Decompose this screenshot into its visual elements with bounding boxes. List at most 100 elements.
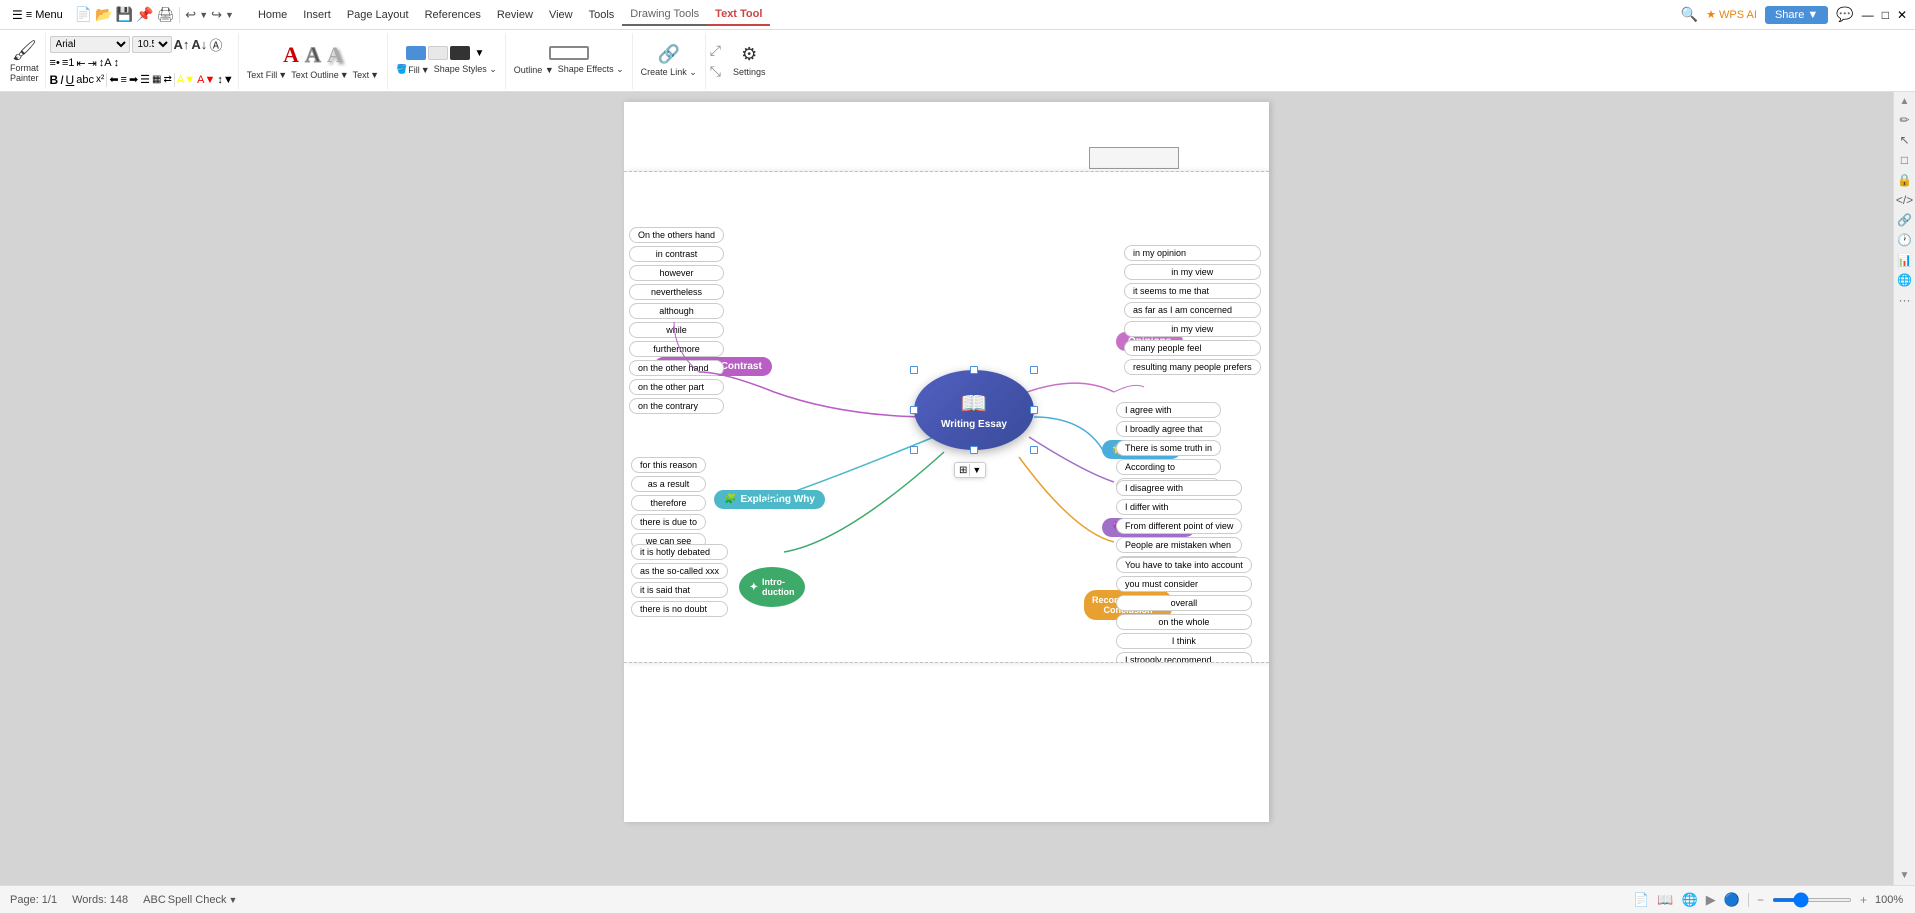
sidebar-pen-icon[interactable]: ✏ (1899, 113, 1909, 127)
toolbar-copy-icon[interactable]: ⊞ (959, 465, 967, 476)
undo-button[interactable]: ↩ (185, 7, 196, 23)
sidebar-link-icon[interactable]: 🔗 (1897, 213, 1912, 227)
text-outline-label: Text Outline (291, 70, 339, 80)
redo-dropdown[interactable]: ▼ (225, 10, 234, 20)
italic-button[interactable]: I (60, 73, 63, 87)
bullets-button[interactable]: ≡• (50, 57, 60, 69)
redo-button[interactable]: ↪ (211, 7, 222, 23)
main-area: 📖 Writing Essay ⊞ ▼ Expressing Co (0, 92, 1915, 885)
tab-text-tool[interactable]: Text Tool (707, 4, 770, 26)
minimize-button[interactable]: — (1862, 8, 1874, 22)
divider (1748, 893, 1749, 907)
tab-review[interactable]: Review (489, 5, 541, 25)
page-view-button[interactable]: 📄 (1633, 892, 1649, 908)
sidebar-scroll-up[interactable]: ▲ (1900, 96, 1910, 107)
search-button[interactable]: 🔍 (1681, 6, 1698, 23)
node-toolbar[interactable]: ⊞ ▼ (954, 462, 986, 478)
outdent-button[interactable]: ⇤ (76, 57, 85, 70)
document-area[interactable]: 📖 Writing Essay ⊞ ▼ Expressing Co (0, 92, 1893, 885)
highlight-button[interactable]: A▼ (177, 74, 195, 86)
sidebar-select-icon[interactable]: ↖ (1899, 133, 1909, 147)
col-button[interactable]: ▦ (152, 74, 161, 85)
pin-button[interactable]: 📌 (136, 6, 153, 23)
font-decrease-button[interactable]: A↓ (191, 37, 207, 52)
format-painter-button[interactable]: 🖌 Format Painter (10, 38, 39, 83)
maximize-button[interactable]: □ (1882, 8, 1889, 22)
format-painter-label: Format Painter (10, 63, 39, 83)
text-outline-button[interactable]: A (305, 42, 321, 68)
superscript-button[interactable]: x² (96, 74, 104, 85)
focus-button[interactable]: 🔵 (1724, 892, 1740, 908)
save-button[interactable]: 💾 (116, 6, 133, 23)
text-fill-button[interactable]: A (283, 42, 299, 68)
tab-page-layout[interactable]: Page Layout (339, 5, 417, 25)
toolbar-divider (969, 464, 970, 476)
create-link-button[interactable]: 🔗 Create Link ⌄ (641, 44, 697, 78)
center-node[interactable]: 📖 Writing Essay (914, 370, 1034, 450)
align-left-button[interactable]: ⬅ (109, 73, 118, 86)
shape-effects-button[interactable]: Shape Effects ⌄ (558, 64, 624, 75)
close-button[interactable]: ✕ (1897, 8, 1907, 22)
open-button[interactable]: 📂 (95, 6, 112, 23)
wps-ai-button[interactable]: ★ WPS AI (1706, 8, 1757, 21)
font-color-button[interactable]: A▼ (197, 74, 215, 86)
zoom-out-button[interactable]: − (1757, 893, 1764, 907)
tab-view[interactable]: View (541, 5, 581, 25)
align-center-button[interactable]: ≡ (121, 74, 127, 86)
expand-button[interactable]: ⤢ (710, 42, 721, 59)
undo-dropdown[interactable]: ▼ (199, 10, 208, 20)
tab-insert[interactable]: Insert (295, 5, 339, 25)
text-shadow-button[interactable]: A (327, 42, 343, 68)
sidebar-rect-icon[interactable]: □ (1901, 153, 1908, 167)
menu-button[interactable]: ☰ ≡ Menu (8, 6, 67, 24)
sidebar-lock-icon[interactable]: 🔒 (1897, 173, 1912, 187)
sidebar-chart-icon[interactable]: 📊 (1897, 253, 1912, 267)
text-effects-dropdown[interactable]: Text ▼ (353, 70, 379, 80)
sidebar-scroll-down[interactable]: ▼ (1900, 870, 1910, 881)
sort-button[interactable]: ↕A (99, 57, 112, 69)
spell-check-dropdown[interactable]: ▼ (228, 895, 237, 905)
clear-format-button[interactable]: Ⓐ (209, 35, 222, 54)
font-size-select[interactable]: 10.5 (132, 36, 172, 53)
bold-button[interactable]: B (50, 73, 59, 87)
line-spacing-button[interactable]: ↕▼ (217, 74, 233, 86)
spell-check-button[interactable]: ABC Spell Check ▼ (143, 894, 237, 906)
underline-button[interactable]: U (66, 73, 75, 87)
settings-button[interactable]: ⚙ Settings (733, 44, 766, 77)
text-fill-dropdown[interactable]: Text Fill ▼ (247, 70, 287, 80)
font-increase-button[interactable]: A↑ (174, 37, 190, 52)
zoom-in-button[interactable]: + (1860, 893, 1867, 907)
strikethrough-button[interactable]: abc (76, 74, 94, 86)
chat-button[interactable]: 💬 (1836, 6, 1853, 23)
share-button[interactable]: Share ▼ (1765, 6, 1828, 24)
sidebar-globe-icon[interactable]: 🌐 (1897, 273, 1912, 287)
outline-button[interactable]: Outline ▼ (514, 65, 554, 75)
sidebar-more-icon[interactable]: ··· (1899, 293, 1911, 307)
web-view-button[interactable]: 🌐 (1682, 892, 1698, 908)
word-count: Words: 148 (72, 894, 128, 906)
indent-button[interactable]: ⇥ (88, 57, 97, 70)
text-dir-button[interactable]: ⇄ (164, 74, 172, 85)
tab-references[interactable]: References (417, 5, 489, 25)
tab-home[interactable]: Home (250, 5, 295, 25)
collapse-button[interactable]: ⤡ (710, 63, 721, 80)
fill-button[interactable]: 🪣 Fill ▼ (396, 64, 430, 75)
read-view-button[interactable]: 📖 (1657, 892, 1673, 908)
text-outline-dropdown[interactable]: Text Outline ▼ (291, 70, 348, 80)
para-spacing-button[interactable]: ↕ (114, 57, 120, 69)
zoom-slider[interactable] (1772, 898, 1852, 902)
justify-button[interactable]: ☰ (140, 73, 150, 86)
shape-styles-button[interactable]: Shape Styles ⌄ (434, 64, 497, 75)
align-right-button[interactable]: ➡ (129, 73, 138, 86)
numbering-button[interactable]: ≡1 (62, 57, 75, 69)
tab-tools[interactable]: Tools (581, 5, 623, 25)
tab-drawing-tools[interactable]: Drawing Tools (622, 4, 707, 26)
toolbar-dropdown-icon[interactable]: ▼ (972, 465, 981, 475)
sidebar-clock-icon[interactable]: 🕐 (1897, 233, 1912, 247)
sidebar-code-icon[interactable]: </> (1896, 193, 1913, 207)
title-bar: ☰ ≡ Menu 📄 📂 💾 📌 🖨 ↩ ▼ ↪ ▼ Home Insert P… (0, 0, 1915, 30)
font-name-select[interactable]: Arial (50, 36, 130, 53)
print-button[interactable]: 🖨 (157, 6, 175, 23)
new-button[interactable]: 📄 (75, 6, 92, 23)
play-button[interactable]: ▶ (1706, 892, 1716, 908)
